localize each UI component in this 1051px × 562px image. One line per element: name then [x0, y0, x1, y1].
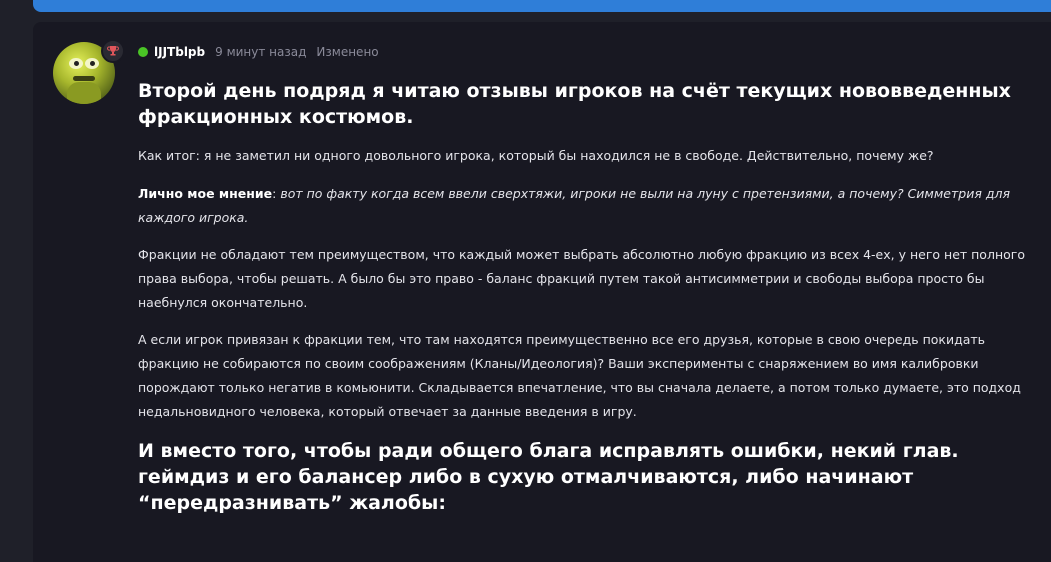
avatar-eye-right [85, 58, 99, 69]
post-heading-2: И вместо того, чтобы ради общего блага и… [138, 440, 959, 514]
post-time[interactable]: 9 минут назад [215, 45, 306, 59]
avatar-body [67, 82, 101, 104]
username-link[interactable]: lJJTblpb [154, 45, 205, 59]
post-header: lJJTblpb 9 минут назад Изменено [138, 45, 389, 59]
post-paragraph-4: А если игрок привязан к фракции тем, что… [138, 332, 1021, 419]
post-content: Второй день подряд я читаю отзывы игроко… [138, 78, 1033, 516]
opinion-label: Лично мое мнение [138, 186, 273, 201]
edited-label: Изменено [316, 45, 379, 59]
post-paragraph-2: Лично мое мнение: вот по факту когда все… [138, 182, 1033, 230]
avatar-eye-left [69, 58, 83, 69]
avatar-mouth [73, 76, 95, 81]
post-heading-1: Второй день подряд я читаю отзывы игроко… [138, 80, 1011, 128]
forum-post: lJJTblpb 9 минут назад Изменено Второй д… [33, 22, 1051, 562]
online-status-icon [138, 47, 148, 57]
avatar-container[interactable] [53, 39, 125, 106]
post-paragraph-3: Фракции не обладают тем преимуществом, ч… [138, 247, 1025, 310]
trophy-icon [101, 39, 125, 63]
post-paragraph-1: Как итог: я не заметил ни одного довольн… [138, 148, 934, 163]
top-bar [33, 0, 1051, 12]
